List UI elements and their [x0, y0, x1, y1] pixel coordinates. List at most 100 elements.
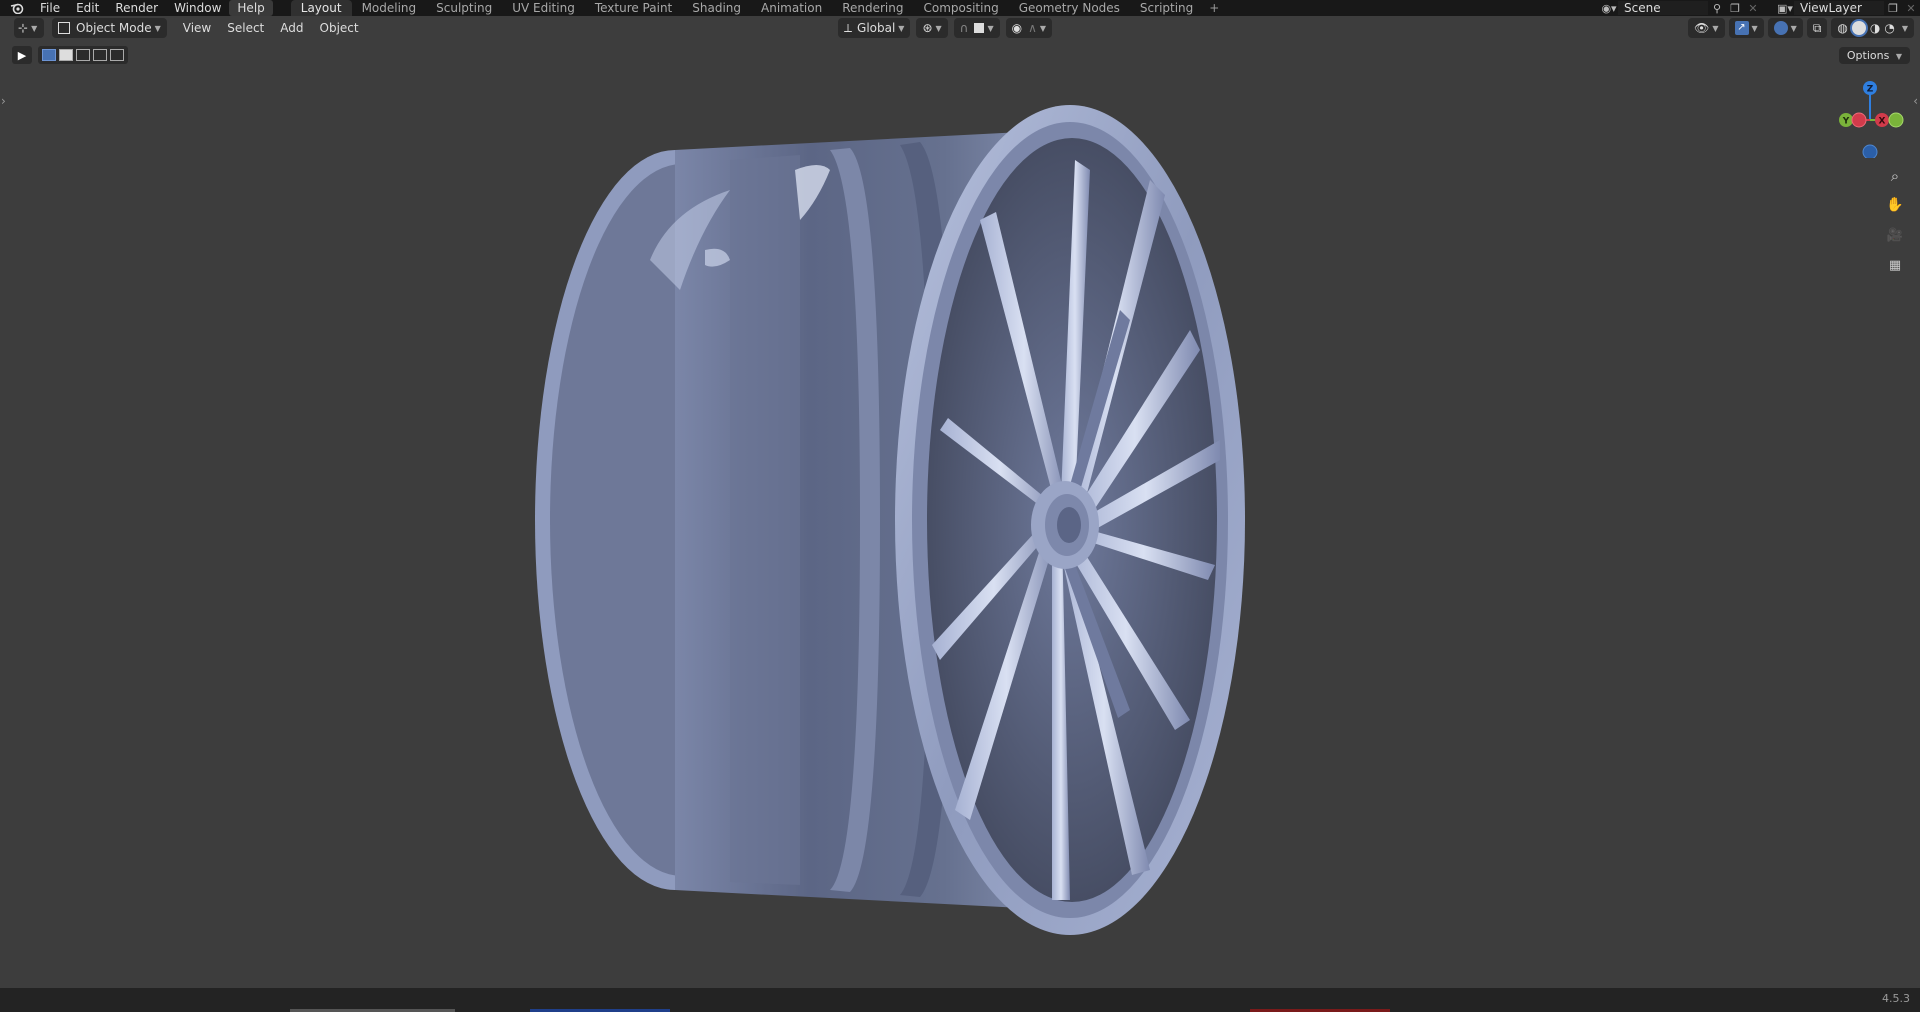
zoom-magnifier-icon: ⌕: [1890, 167, 1900, 185]
version-label: 4.5.3: [1882, 992, 1910, 1005]
menu-render[interactable]: Render: [107, 0, 166, 16]
pan-button[interactable]: ✋: [1882, 193, 1908, 217]
menu-window[interactable]: Window: [166, 0, 229, 16]
pivot-point-icon: ⊛: [922, 21, 933, 35]
tab-animation[interactable]: Animation: [751, 0, 832, 16]
proportional-editing-icon: ◉: [1011, 21, 1023, 35]
delete-scene-icon[interactable]: ✕: [1744, 1, 1762, 15]
tab-rendering[interactable]: Rendering: [832, 0, 913, 16]
neg-z-axis-icon[interactable]: [1862, 144, 1878, 158]
overlays-toggle[interactable]: ▼: [1767, 18, 1803, 38]
y-axis-label: Y: [1842, 117, 1850, 127]
object-mode-icon: [58, 22, 70, 34]
top-bar: File Edit Render Window Help Layout Mode…: [0, 0, 1920, 16]
xray-toggle[interactable]: ⧉: [1806, 18, 1828, 38]
shading-modes: ◍ ◑ ◔ ▼: [1831, 18, 1914, 38]
pivot-point-selector[interactable]: ⊛ ▼: [916, 18, 948, 38]
editor-type-button[interactable]: ⊹ ▼: [14, 18, 44, 38]
mode-label: Object Mode: [76, 21, 152, 35]
viewport-header: ⊹ ▼ Object Mode ▼ View Select Add Object …: [0, 16, 1920, 40]
proportional-editing-toggle[interactable]: ◉ ∧ ▼: [1005, 18, 1053, 38]
tab-texture-paint[interactable]: Texture Paint: [585, 0, 682, 16]
new-scene-icon[interactable]: ❐: [1726, 1, 1744, 15]
navigation-gizmo[interactable]: Z Y X: [1830, 78, 1910, 158]
chevron-down-icon: ▼: [1039, 23, 1047, 33]
selection-mode-group: [38, 46, 128, 64]
toolbar-expand-icon[interactable]: ›: [1, 94, 6, 108]
viewport-menu-view[interactable]: View: [175, 21, 219, 35]
chevron-down-icon: ▼: [1751, 23, 1758, 33]
add-workspace-icon[interactable]: +: [1203, 0, 1225, 16]
scene-selector-icon[interactable]: ◉▾: [1600, 1, 1618, 15]
status-bar: [0, 988, 1920, 1012]
menu-file[interactable]: File: [32, 0, 68, 16]
menu-help[interactable]: Help: [229, 0, 273, 16]
gizmo-icon: ↗: [1734, 21, 1749, 35]
select-extend-icon[interactable]: [59, 49, 73, 61]
chevron-down-icon: ▼: [898, 23, 905, 33]
chevron-down-icon: ▼: [1790, 23, 1797, 33]
select-tool-button[interactable]: ▶: [12, 46, 32, 64]
viewport-menu-add[interactable]: Add: [272, 21, 311, 35]
tab-uv-editing[interactable]: UV Editing: [502, 0, 585, 16]
menu-edit[interactable]: Edit: [68, 0, 107, 16]
eye-icon: 👁: [1694, 21, 1710, 35]
snapping-toggle[interactable]: ∩ ▼: [953, 18, 1000, 38]
material-preview-icon[interactable]: ◑: [1870, 21, 1880, 35]
tab-layout[interactable]: Layout: [290, 0, 352, 16]
transform-orientation-selector[interactable]: ⟂ Global ▼: [838, 18, 911, 38]
grid-icon: ▦: [1888, 257, 1902, 273]
camera-icon: 🎥: [1886, 227, 1904, 243]
hand-icon: ✋: [1886, 197, 1904, 213]
tab-scripting[interactable]: Scripting: [1130, 0, 1203, 16]
new-view-layer-icon[interactable]: ❐: [1884, 1, 1902, 15]
magnet-icon: ∩: [959, 21, 969, 35]
tab-geometry-nodes[interactable]: Geometry Nodes: [1009, 0, 1130, 16]
view-layer-selector-icon[interactable]: ▣▾: [1776, 1, 1794, 15]
x-axis-label: X: [1879, 117, 1886, 127]
options-label: Options: [1846, 49, 1890, 62]
overlays-icon: [1773, 21, 1788, 35]
z-axis-label: Z: [1867, 85, 1874, 95]
wheel-rim-model[interactable]: [500, 100, 1260, 940]
xray-icon: ⧉: [1812, 20, 1822, 35]
view-layer-name-field[interactable]: ViewLayer: [1794, 1, 1884, 15]
orientation-icon: ⟂: [844, 20, 853, 35]
perspective-toggle-button[interactable]: ▦: [1882, 253, 1908, 277]
sidebar-expand-icon[interactable]: ‹: [1913, 94, 1918, 108]
falloff-icon: ∧: [1028, 21, 1037, 35]
delete-view-layer-icon[interactable]: ✕: [1902, 1, 1920, 15]
visibility-selector[interactable]: 👁 ▼: [1688, 18, 1725, 38]
zoom-button[interactable]: ⌕: [1882, 164, 1908, 188]
solid-shading-icon[interactable]: [1851, 21, 1866, 35]
mode-selector[interactable]: Object Mode ▼: [52, 18, 167, 38]
gizmo-toggle[interactable]: ↗ ▼: [1728, 18, 1764, 38]
tab-compositing[interactable]: Compositing: [913, 0, 1008, 16]
tab-shading[interactable]: Shading: [682, 0, 751, 16]
pin-icon[interactable]: ⚲: [1708, 1, 1726, 15]
cursor-arrow-icon: ▶: [17, 48, 27, 62]
wireframe-shading-icon[interactable]: ◍: [1837, 21, 1847, 35]
select-subtract-icon[interactable]: [76, 49, 90, 61]
select-invert-icon[interactable]: [93, 49, 107, 61]
snap-target-icon: [974, 23, 985, 33]
viewport-menu-select[interactable]: Select: [219, 21, 272, 35]
tab-sculpting[interactable]: Sculpting: [426, 0, 502, 16]
scene-name-field[interactable]: Scene: [1618, 1, 1708, 15]
blender-logo-icon[interactable]: [8, 0, 26, 16]
chevron-down-icon[interactable]: ▼: [1902, 24, 1908, 33]
select-new-icon[interactable]: [42, 49, 56, 61]
neg-x-axis-icon[interactable]: [1851, 112, 1867, 128]
editor-type-icon: ⊹: [18, 21, 29, 35]
wheel-hub: [1031, 481, 1099, 569]
workspace-tabs: Layout Modeling Sculpting UV Editing Tex…: [290, 0, 1226, 16]
viewport-menu-object[interactable]: Object: [312, 21, 367, 35]
tab-modeling[interactable]: Modeling: [352, 0, 427, 16]
chevron-down-icon: ▼: [31, 23, 38, 33]
camera-view-button[interactable]: 🎥: [1882, 223, 1908, 247]
chevron-down-icon: ▼: [935, 23, 942, 33]
neg-y-axis-icon[interactable]: [1888, 112, 1904, 128]
select-intersect-icon[interactable]: [110, 49, 124, 61]
options-dropdown[interactable]: Options ▼: [1838, 47, 1910, 64]
rendered-shading-icon[interactable]: ◔: [1884, 21, 1894, 35]
